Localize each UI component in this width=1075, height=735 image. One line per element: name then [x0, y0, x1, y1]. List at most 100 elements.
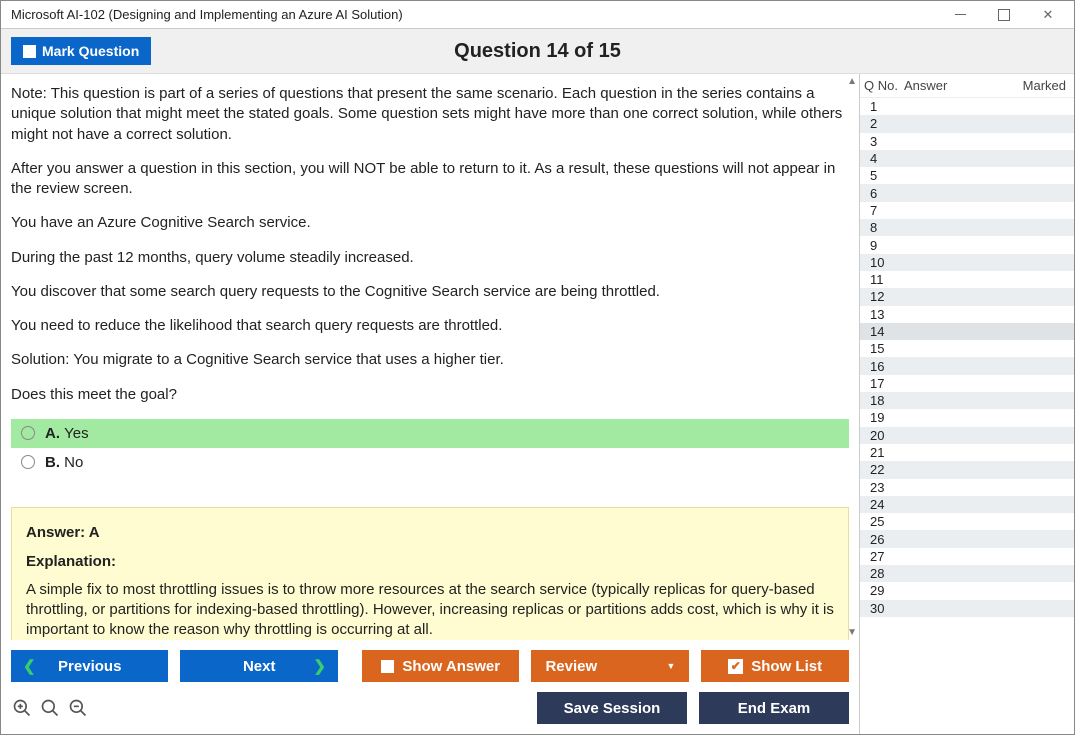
sidebar-row[interactable]: 24 — [860, 496, 1074, 513]
sidebar-row[interactable]: 10 — [860, 254, 1074, 271]
sidebar-row[interactable]: 29 — [860, 582, 1074, 599]
sidebar-row[interactable]: 12 — [860, 288, 1074, 305]
col-qno: Q No. — [864, 78, 904, 93]
explanation-text: A simple fix to most throttling issues i… — [26, 580, 834, 640]
sidebar-row[interactable]: 17 — [860, 375, 1074, 392]
checkbox-checked-icon: ✔ — [728, 659, 743, 674]
sidebar-row[interactable]: 26 — [860, 530, 1074, 547]
next-label: Next — [243, 658, 276, 675]
question-paragraph: You need to reduce the likelihood that s… — [11, 316, 849, 336]
choice-label: B. No — [45, 454, 83, 471]
sidebar-row[interactable]: 23 — [860, 479, 1074, 496]
checkbox-icon — [381, 660, 394, 673]
checkbox-icon — [23, 45, 36, 58]
save-session-button[interactable]: Save Session — [537, 692, 687, 724]
sidebar-row[interactable]: 1 — [860, 98, 1074, 115]
sidebar-row[interactable]: 3 — [860, 133, 1074, 150]
sidebar-qno: 17 — [864, 376, 904, 391]
sidebar-row[interactable]: 9 — [860, 236, 1074, 253]
show-list-button[interactable]: ✔ Show List — [701, 650, 849, 682]
show-list-label: Show List — [751, 658, 822, 675]
sidebar-row[interactable]: 11 — [860, 271, 1074, 288]
minimize-icon[interactable] — [938, 2, 982, 28]
maximize-icon[interactable] — [982, 2, 1026, 28]
sidebar-qno: 16 — [864, 359, 904, 374]
previous-label: Previous — [58, 658, 121, 675]
question-paragraph: Note: This question is part of a series … — [11, 84, 849, 145]
radio-icon[interactable] — [21, 455, 35, 469]
sidebar-qno: 11 — [864, 272, 904, 287]
sidebar-row[interactable]: 30 — [860, 600, 1074, 617]
answer-label: Answer: A — [26, 524, 834, 541]
mark-question-label: Mark Question — [42, 43, 139, 59]
question-panel[interactable]: ▲ Note: This question is part of a serie… — [1, 74, 859, 640]
top-bar: Mark Question Question 14 of 15 — [1, 29, 1074, 74]
sidebar-qno: 10 — [864, 255, 904, 270]
sidebar-row[interactable]: 21 — [860, 444, 1074, 461]
question-paragraph: You have an Azure Cognitive Search servi… — [11, 213, 849, 233]
sidebar-row[interactable]: 20 — [860, 427, 1074, 444]
sidebar-row[interactable]: 27 — [860, 548, 1074, 565]
show-answer-label: Show Answer — [402, 658, 500, 675]
sidebar-qno: 8 — [864, 220, 904, 235]
window-controls — [938, 2, 1070, 28]
sidebar-row[interactable]: 14 — [860, 323, 1074, 340]
sidebar-row[interactable]: 25 — [860, 513, 1074, 530]
question-text: Note: This question is part of a series … — [11, 84, 849, 405]
end-exam-label: End Exam — [738, 700, 811, 717]
sidebar-row[interactable]: 13 — [860, 306, 1074, 323]
sidebar-qno: 30 — [864, 601, 904, 616]
sidebar-qno: 2 — [864, 116, 904, 131]
sidebar-qno: 27 — [864, 549, 904, 564]
sidebar-row[interactable]: 18 — [860, 392, 1074, 409]
sidebar-row[interactable]: 15 — [860, 340, 1074, 357]
question-paragraph: Solution: You migrate to a Cognitive Sea… — [11, 350, 849, 370]
sidebar-header: Q No. Answer Marked — [860, 74, 1074, 98]
sidebar-row[interactable]: 16 — [860, 357, 1074, 374]
sidebar-qno: 24 — [864, 497, 904, 512]
sidebar-qno: 15 — [864, 341, 904, 356]
sidebar-row[interactable]: 7 — [860, 202, 1074, 219]
sidebar-row[interactable]: 4 — [860, 150, 1074, 167]
chevron-left-icon: ❮ — [23, 657, 36, 675]
next-button[interactable]: Next ❯ — [180, 650, 337, 682]
sidebar-rows[interactable]: 1234567891011121314151617181920212223242… — [860, 98, 1074, 734]
sidebar-qno: 25 — [864, 514, 904, 529]
previous-button[interactable]: ❮ Previous — [11, 650, 168, 682]
close-icon[interactable] — [1026, 2, 1070, 28]
sidebar-qno: 6 — [864, 186, 904, 201]
choice-row[interactable]: B. No — [11, 448, 849, 477]
zoom-in-icon[interactable] — [11, 697, 33, 719]
zoom-reset-icon[interactable] — [39, 697, 61, 719]
sidebar-row[interactable]: 22 — [860, 461, 1074, 478]
scroll-up-icon[interactable]: ▲ — [847, 76, 857, 87]
sidebar-qno: 5 — [864, 168, 904, 183]
sidebar-qno: 22 — [864, 462, 904, 477]
window-title: Microsoft AI-102 (Designing and Implemen… — [11, 7, 403, 22]
sidebar-row[interactable]: 19 — [860, 409, 1074, 426]
sidebar-row[interactable]: 28 — [860, 565, 1074, 582]
question-paragraph: After you answer a question in this sect… — [11, 159, 849, 200]
chevron-right-icon: ❯ — [313, 657, 326, 675]
radio-icon[interactable] — [21, 426, 35, 440]
question-paragraph: During the past 12 months, query volume … — [11, 248, 849, 268]
end-exam-button[interactable]: End Exam — [699, 692, 849, 724]
sidebar-row[interactable]: 2 — [860, 115, 1074, 132]
zoom-out-icon[interactable] — [67, 697, 89, 719]
review-button[interactable]: Review ▼ — [531, 650, 689, 682]
choice-label: A. Yes — [45, 425, 89, 442]
sidebar-row[interactable]: 6 — [860, 184, 1074, 201]
question-list-sidebar: Q No. Answer Marked 12345678910111213141… — [859, 74, 1074, 734]
explanation-heading: Explanation: — [26, 553, 834, 570]
sidebar-row[interactable]: 5 — [860, 167, 1074, 184]
mark-question-button[interactable]: Mark Question — [11, 37, 151, 65]
sidebar-qno: 3 — [864, 134, 904, 149]
scroll-down-icon[interactable]: ▼ — [847, 627, 857, 638]
show-answer-button[interactable]: Show Answer — [362, 650, 519, 682]
sidebar-qno: 19 — [864, 410, 904, 425]
title-bar: Microsoft AI-102 (Designing and Implemen… — [1, 1, 1074, 29]
question-paragraph: Does this meet the goal? — [11, 385, 849, 405]
choice-row[interactable]: A. Yes — [11, 419, 849, 448]
sidebar-row[interactable]: 8 — [860, 219, 1074, 236]
sidebar-qno: 4 — [864, 151, 904, 166]
